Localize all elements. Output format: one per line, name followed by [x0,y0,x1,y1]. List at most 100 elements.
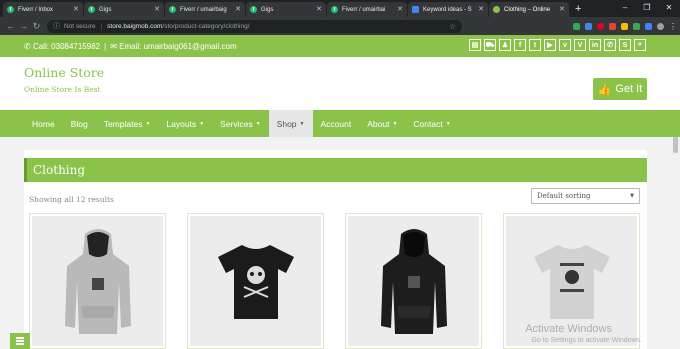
nav-about[interactable]: About ▼ [359,110,405,137]
bookmark-star-icon[interactable]: ☆ [449,22,456,31]
page-scrollbar[interactable] [671,137,680,349]
social-icons: ▤ ⛟ ♟ f t ▶ v V in ✆ S ⌕ [469,39,646,51]
browser-tab-active[interactable]: Clothing – Online ✕ [489,2,569,17]
site-title[interactable]: Online Store [24,65,104,80]
browser-tab[interactable]: Keyword ideas - S ✕ [408,2,488,17]
extension-icon[interactable] [609,22,616,30]
twitter-icon[interactable]: t [529,39,541,51]
close-window-icon[interactable]: ✕ [658,0,680,16]
nav-label: Layouts [166,118,197,129]
chevron-down-icon: ▼ [630,193,634,199]
url-path: /sto/product-category/clothing/ [162,22,250,30]
product-image-hoodie[interactable] [348,216,479,346]
extension-icon[interactable] [645,22,652,30]
sort-select[interactable]: Default sorting ▼ [531,188,640,204]
nav-label: Blog [70,118,88,129]
email-icon: ✉ [110,41,120,51]
browser-tab[interactable]: f Gigs ✕ [84,2,164,17]
profile-avatar[interactable] [657,22,664,30]
nav-account[interactable]: Account [313,110,360,137]
product-card[interactable] [29,213,166,349]
extension-icon[interactable] [585,22,592,30]
new-tab-button[interactable]: + [575,2,581,17]
nav-layouts[interactable]: Layouts ▼ [158,110,212,137]
nav-contact[interactable]: Contact ▼ [405,110,458,137]
product-image-tshirt[interactable] [190,216,321,346]
browser-toolbar: ← → ↻ ⓘ Not secure | store.baigmob.com /… [0,17,680,35]
nav-label: Contact [413,118,443,129]
minimize-icon[interactable]: – [614,0,636,16]
browser-tab[interactable]: f Gigs ✕ [246,2,326,17]
page-title: Clothing [24,158,647,182]
browser-tab[interactable]: f Fiverr / Inbox ✕ [3,2,83,17]
linkedin-icon[interactable]: in [589,39,601,51]
url-host: store.baigmob.com [107,22,163,30]
forward-icon[interactable]: → [17,21,30,31]
extension-icon[interactable] [633,22,640,30]
product-card[interactable] [187,213,324,349]
menu-dots-icon[interactable]: ⋮ [669,22,677,30]
hoodie-icon [380,229,447,334]
close-icon[interactable]: ✕ [559,5,565,13]
nav-label: Templates [103,118,143,129]
nav-shop[interactable]: Shop ▼ [268,110,313,137]
scrollbar-thumb[interactable] [673,137,678,153]
results-count: Showing all 12 results [29,195,114,204]
security-label: Not secure [64,22,96,30]
close-icon[interactable]: ✕ [235,5,241,13]
user-icon[interactable]: ♟ [499,39,511,51]
get-it-button[interactable]: 👍 Get It [593,78,647,100]
whatsapp-icon[interactable]: ✆ [604,39,616,51]
extension-icon[interactable] [621,22,628,30]
fiverr-icon: f [331,6,338,13]
nav-templates[interactable]: Templates ▼ [96,110,159,137]
nav-blog[interactable]: Blog [63,110,96,137]
phone-number: Call: 03084715982 [32,41,101,51]
phone-icon: ✆ [24,41,33,51]
nav-home[interactable]: Home [24,110,63,137]
fiverr-icon: f [250,6,257,13]
address-bar[interactable]: ⓘ Not secure | store.baigmob.com /sto/pr… [47,19,462,33]
sort-selected-value: Default sorting [537,192,591,200]
nav-label: About [367,118,390,129]
caret-down-icon: ▼ [145,120,151,127]
pinterest-icon[interactable] [597,22,604,30]
skype-icon[interactable]: S [619,39,631,51]
nav-label: Home [32,118,55,129]
close-icon[interactable]: ✕ [154,5,160,13]
vk-icon[interactable]: v [559,39,571,51]
cart-icon[interactable]: ⛟ [484,39,496,51]
product-card[interactable] [345,213,482,349]
reload-icon[interactable]: ↻ [30,21,43,32]
facebook-icon[interactable]: f [514,39,526,51]
shop-icon[interactable]: ▤ [469,39,481,51]
caret-down-icon: ▼ [392,120,398,127]
nav-label: Shop [276,118,297,129]
vine-icon[interactable]: V [574,39,586,51]
product-image-hoodie[interactable] [32,216,163,346]
browser-tab[interactable]: f Fiverr / umairbai ✕ [327,2,407,17]
tab-title: Gigs [261,6,274,13]
contact-bar: ✆ Call: 03084715982 | ✉ Email: umairbaig… [0,35,680,57]
mobile-menu-button[interactable] [10,333,30,349]
tab-title: Fiverr / umairbai [342,6,386,13]
caret-down-icon: ▼ [199,120,205,127]
activate-windows-title: Activate Windows [525,323,612,335]
nav-services[interactable]: Services ▼ [212,110,269,137]
info-icon[interactable]: ⓘ [53,21,60,31]
youtube-icon[interactable]: ▶ [544,39,556,51]
close-icon[interactable]: ✕ [397,5,403,13]
activate-windows-subtitle: Go to Settings to activate Windows. [531,337,643,344]
hoodie-icon [64,229,131,334]
fiverr-icon: f [169,6,176,13]
close-icon[interactable]: ✕ [73,5,79,13]
maximize-icon[interactable]: ❐ [636,0,658,16]
email-address: Email: umairbaig061@gmail.com [119,41,237,51]
close-icon[interactable]: ✕ [316,5,322,13]
search-icon[interactable]: ⌕ [634,39,646,51]
close-icon[interactable]: ✕ [478,5,484,13]
tab-title: Clothing – Online [504,6,551,13]
browser-tab[interactable]: f Fiverr / umairbaig ✕ [165,2,245,17]
extension-icon[interactable] [573,22,580,30]
back-icon[interactable]: ← [4,21,17,31]
